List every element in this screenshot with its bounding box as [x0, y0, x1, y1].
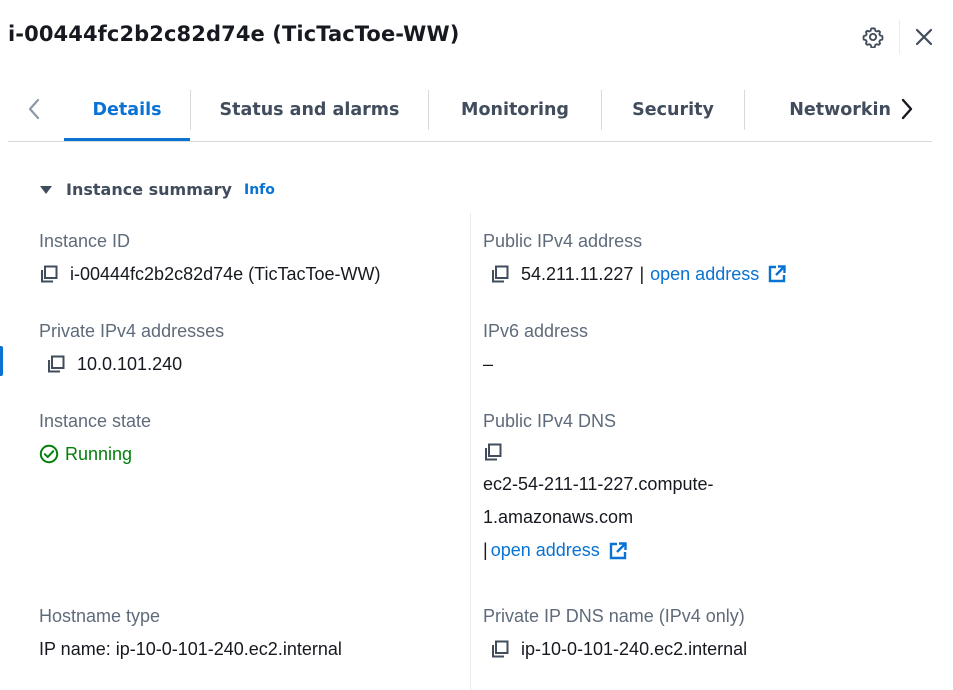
separator: |	[483, 540, 488, 560]
field-ipv6: IPv6 address –	[483, 319, 588, 376]
field-value-row	[475, 442, 713, 462]
settings-gear-icon[interactable]	[860, 24, 886, 50]
field-private-ipv4: Private IPv4 addresses 10.0.101.240	[39, 319, 224, 376]
field-label: Hostname type	[39, 606, 161, 626]
field-instance-state: Instance state Running	[39, 409, 151, 466]
copy-icon[interactable]	[490, 264, 510, 284]
tab-details[interactable]: Details	[64, 90, 190, 130]
focus-marker	[0, 346, 3, 376]
ipv6-value: –	[483, 354, 494, 374]
tab-networking[interactable]: Networkin	[745, 90, 891, 130]
field-value-row: 54.211.11.227 | open address	[482, 262, 787, 286]
open-address-label: open address	[650, 264, 760, 284]
column-divider	[470, 213, 471, 690]
field-label: IPv6 address	[483, 321, 589, 341]
public-dns-value: ec2-54-211-11-227.compute- 1.amazonaws.c…	[483, 468, 713, 567]
field-label: Instance ID	[39, 231, 131, 251]
public-dns-link-row: | open address	[483, 534, 713, 567]
open-address-label: open address	[490, 540, 600, 560]
panel-title: i-00444fc2b2c82d74e (TicTacToe-WW)	[8, 22, 460, 46]
tab-status-and-alarms[interactable]: Status and alarms	[191, 90, 428, 130]
copy-icon[interactable]	[483, 442, 503, 462]
private-dns-value: ip-10-0-101-240.ec2.internal	[521, 639, 748, 659]
copy-icon[interactable]	[39, 264, 59, 284]
public-dns-line2: 1.amazonaws.com	[483, 507, 634, 527]
field-public-dns: Public IPv4 DNS ec2-54-211-11-227.comput…	[483, 409, 713, 567]
field-value-row: 10.0.101.240	[38, 352, 224, 376]
active-tab-indicator	[64, 138, 190, 141]
copy-icon[interactable]	[46, 354, 66, 374]
field-hostname-type: Hostname type IP name: ip-10-0-101-240.e…	[39, 604, 342, 661]
chevron-right-icon[interactable]	[893, 92, 921, 126]
field-value-row: ip-10-0-101-240.ec2.internal	[482, 637, 747, 661]
close-icon[interactable]	[911, 24, 937, 50]
external-link-icon	[767, 264, 787, 284]
section-header: Instance summary Info	[40, 180, 275, 199]
instance-id-value: i-00444fc2b2c82d74e (TicTacToe-WW)	[70, 264, 381, 284]
info-link[interactable]: Info	[244, 182, 275, 198]
private-ipv4-value: 10.0.101.240	[77, 354, 183, 374]
open-address-link[interactable]: open address	[650, 262, 787, 286]
external-link-icon	[608, 541, 628, 561]
status-check-icon	[39, 444, 59, 464]
header-divider	[899, 20, 900, 54]
public-ipv4-value: 54.211.11.227	[521, 264, 634, 284]
hostname-type-value: IP name: ip-10-0-101-240.ec2.internal	[39, 639, 342, 659]
copy-icon[interactable]	[490, 639, 510, 659]
open-address-link[interactable]: open address	[491, 534, 628, 567]
tab-monitoring[interactable]: Monitoring	[429, 90, 601, 130]
instance-state-value: Running	[65, 444, 133, 464]
tab-security[interactable]: Security	[602, 90, 744, 130]
field-instance-id: Instance ID i-00444fc2b2c82d74e (TicTacT…	[39, 229, 380, 286]
field-label: Public IPv4 address	[483, 231, 643, 251]
field-label: Instance state	[39, 411, 152, 431]
section-title[interactable]: Instance summary	[66, 180, 232, 199]
field-private-dns: Private IP DNS name (IPv4 only) ip-10-0-…	[483, 604, 747, 661]
field-label: Private IPv4 addresses	[39, 321, 225, 341]
separator: |	[639, 264, 645, 284]
chevron-left-icon[interactable]	[20, 92, 48, 126]
field-value-row: i-00444fc2b2c82d74e (TicTacToe-WW)	[31, 262, 380, 286]
status-running: Running	[39, 442, 151, 466]
caret-down-icon[interactable]	[40, 181, 56, 199]
field-public-ipv4: Public IPv4 address 54.211.11.227 | open…	[483, 229, 787, 286]
field-label: Public IPv4 DNS	[483, 411, 617, 431]
field-label: Private IP DNS name (IPv4 only)	[483, 606, 745, 626]
detail-tabs: Details Status and alarms Monitoring Sec…	[8, 80, 932, 142]
public-dns-line1: ec2-54-211-11-227.compute-	[483, 474, 714, 494]
